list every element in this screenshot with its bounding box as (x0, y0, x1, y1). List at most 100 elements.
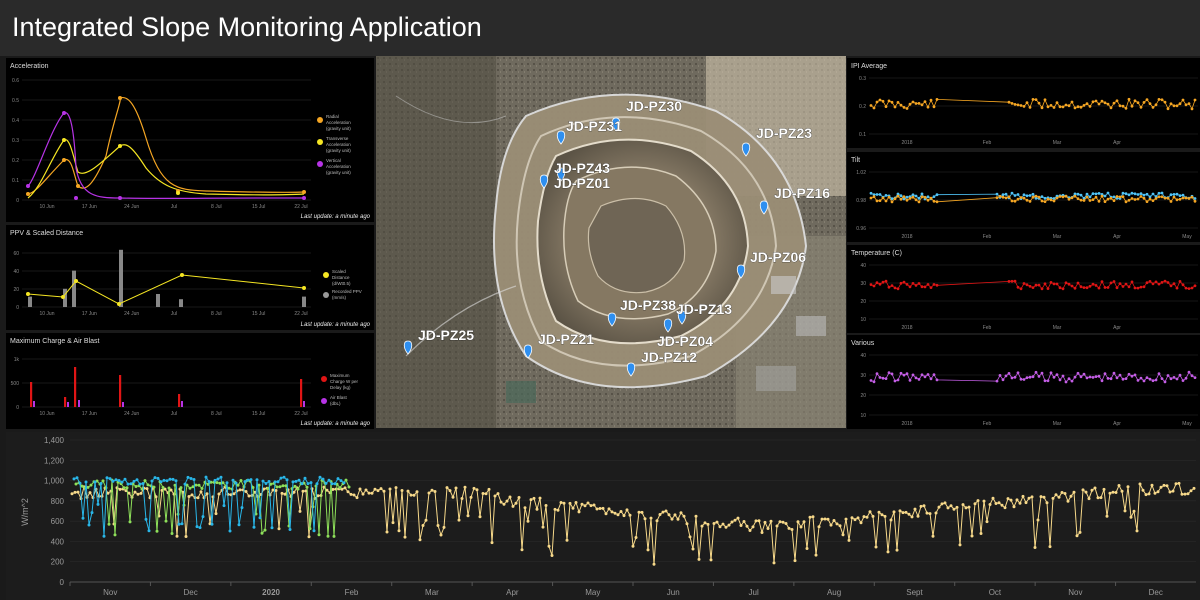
data-point (1091, 198, 1095, 201)
data-point (1127, 372, 1131, 376)
ppv-panel[interactable]: PPV & Scaled Distance 60 40 20 0 10 Jun 17 Ju… (6, 225, 374, 330)
data-point (688, 535, 692, 539)
last-update-text: Last update: a minute ago (300, 214, 370, 220)
data-point (117, 479, 121, 482)
data-point (1088, 375, 1092, 379)
data-point (487, 487, 491, 491)
data-point (914, 102, 918, 105)
data-point (887, 99, 891, 103)
data-point (1178, 280, 1182, 283)
data-point (267, 480, 271, 483)
data-point (1046, 105, 1050, 109)
data-point (937, 505, 941, 509)
legend-label: Air Blast (330, 395, 348, 400)
data-point (338, 486, 342, 490)
charge-panel[interactable]: Maximum Charge & Air Blast 1k 500 0 10 Jun 1… (6, 333, 374, 429)
data-point (838, 524, 842, 528)
data-point (1006, 497, 1010, 501)
data-point (355, 496, 359, 500)
data-point (923, 375, 927, 379)
data-point (232, 492, 236, 496)
data-point (964, 506, 968, 510)
data-point (1136, 286, 1140, 290)
data-point (1121, 104, 1125, 108)
airblast-bar (33, 401, 35, 407)
x-tick-label: Mar (1053, 421, 1062, 427)
data-point (920, 103, 924, 107)
legend-label: Radial (326, 114, 339, 119)
data-point (460, 497, 464, 500)
data-point (917, 200, 921, 204)
data-point (1190, 286, 1194, 290)
data-point (1010, 102, 1014, 105)
y-tick-label: 0.2 (859, 104, 866, 110)
data-point (1070, 196, 1074, 200)
legend-label: (d/Wt0.5) (332, 281, 351, 286)
data-point (326, 534, 330, 538)
various-panel[interactable]: Various 40 30 20 10 2018 Feb Mar Apr May (847, 335, 1200, 429)
tilt-panel[interactable]: Tilt 1.02 0.98 0.96 2018 Feb Mar Apr May (847, 152, 1200, 242)
data-point (1130, 197, 1134, 200)
ipi-panel[interactable]: IPI Average 0.3 0.2 0.1 2018 Feb Mar Apr (847, 58, 1200, 148)
data-point (730, 520, 734, 524)
data-point (1028, 194, 1032, 197)
data-point (1048, 545, 1052, 549)
data-point (550, 554, 554, 557)
data-point (448, 489, 452, 493)
data-point (893, 197, 897, 201)
data-point (847, 538, 851, 542)
data-point (1076, 192, 1080, 196)
data-point (988, 503, 992, 506)
data-point (1174, 482, 1178, 486)
data-point (227, 486, 231, 490)
data-point (920, 195, 924, 199)
data-point (772, 561, 776, 565)
data-point (1076, 281, 1080, 285)
data-point (143, 479, 147, 483)
data-point (893, 379, 897, 383)
data-point (712, 522, 716, 525)
data-point (911, 193, 915, 197)
data-point (436, 524, 440, 527)
acceleration-panel[interactable]: Acceleration 0.6 0.5 0.4 0.3 0.2 0.1 0 10 Jun 17… (6, 58, 374, 222)
data-point (74, 482, 78, 486)
data-point (925, 511, 929, 515)
data-point (454, 486, 458, 490)
data-point (1046, 287, 1050, 290)
data-point (385, 530, 389, 534)
data-point (568, 501, 572, 505)
data-point (884, 279, 888, 283)
x-tick-label: Mar (1053, 325, 1062, 331)
data-point (1052, 106, 1056, 109)
data-point (330, 482, 334, 486)
data-point (309, 481, 313, 485)
bottom-chart-panel[interactable]: 1,400 1,200 1,000 800 600 400 200 0 W/m^2 Nov Dec 2… (6, 432, 1200, 600)
data-point (1172, 193, 1176, 196)
data-point (324, 481, 328, 485)
data-point (881, 376, 885, 380)
pin-label: JD-PZ13 (676, 301, 732, 317)
data-point (1136, 101, 1140, 104)
data-point (751, 525, 755, 529)
data-point (1162, 483, 1166, 487)
data-point (333, 482, 337, 486)
data-point (1076, 371, 1080, 375)
mine-site-map[interactable]: JD-PZ30 JD-PZ31 JD-PZ23 JD-PZ43 JD-PZ01 JD-PZ… (376, 56, 846, 428)
x-tick-label: Feb (983, 421, 992, 427)
data-point (887, 371, 891, 375)
y-tick-label: 800 (51, 497, 65, 506)
data-point (682, 514, 686, 518)
temperature-panel[interactable]: Temperature (C) 40 30 20 10 2018 Feb Mar Apr (847, 245, 1200, 333)
data-point (970, 534, 974, 538)
data-point (303, 476, 307, 480)
data-point (878, 376, 882, 379)
data-point (1184, 196, 1188, 200)
data-point (1181, 193, 1185, 197)
data-point (1169, 284, 1173, 288)
data-point (421, 524, 425, 527)
data-point (243, 480, 247, 484)
data-point (1046, 197, 1050, 201)
data-point (62, 111, 66, 115)
data-point (1013, 375, 1017, 379)
data-point (153, 476, 157, 480)
